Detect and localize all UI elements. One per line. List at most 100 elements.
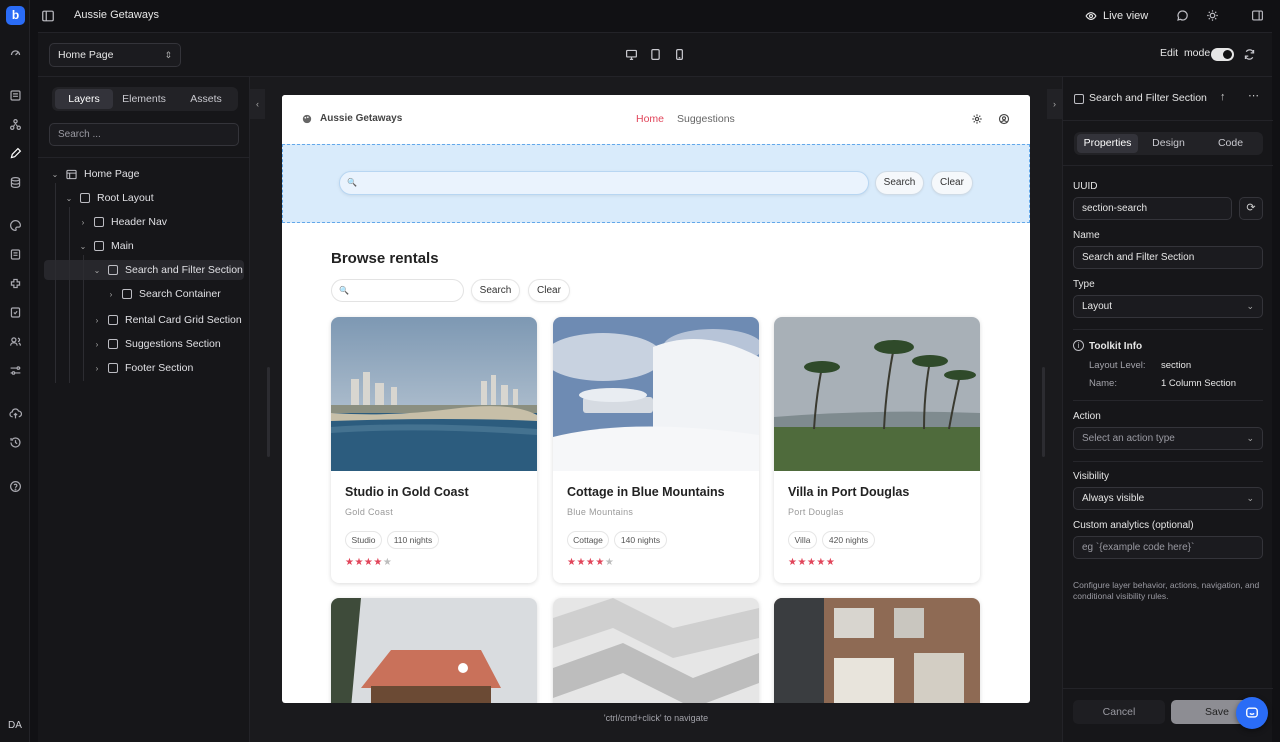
mobile-view-icon[interactable] [673, 48, 687, 62]
palette-logo-icon [302, 114, 312, 123]
settings-sliders-icon[interactable] [7, 364, 23, 380]
pages-icon[interactable] [7, 89, 23, 105]
chevron-updown-icon: ⇕ [164, 50, 172, 60]
name-label: Name [1073, 230, 1100, 241]
collapse-left-panel-button[interactable]: ‹ [250, 89, 265, 119]
more-options-icon[interactable]: ⋯ [1248, 89, 1259, 102]
history-icon[interactable] [7, 436, 23, 452]
nav-home-link[interactable]: Home [636, 113, 664, 125]
tree-item-rental-card-grid[interactable]: › Rental Card Grid Section [92, 311, 242, 329]
hero-clear-button[interactable]: Clear [931, 171, 973, 195]
tree-item-header-nav[interactable]: › Header Nav [78, 213, 167, 231]
hero-search-input[interactable]: 🔍 [339, 171, 869, 195]
search-icon: 🔍 [347, 178, 357, 187]
tab-code[interactable]: Code [1200, 134, 1261, 153]
rental-card-partial[interactable] [331, 598, 537, 703]
rental-card[interactable]: Studio in Gold Coast Gold Coast Studio 1… [331, 317, 537, 583]
help-icon[interactable] [7, 480, 23, 496]
tree-item-main[interactable]: ⌄ Main [78, 237, 134, 255]
plugins-icon[interactable] [7, 277, 23, 293]
analytics-input[interactable]: eg `{example code here}` [1073, 536, 1263, 559]
tablet-view-icon[interactable] [649, 48, 663, 62]
visibility-select[interactable]: Always visible ⌄ [1073, 487, 1263, 510]
workflow-icon[interactable] [7, 118, 23, 134]
properties-tabs: Properties Design Code [1074, 132, 1263, 155]
type-select[interactable]: Layout ⌄ [1073, 295, 1263, 318]
browse-search-input[interactable]: 🔍 [331, 279, 464, 302]
tree-item-suggestions-section[interactable]: › Suggestions Section [92, 335, 221, 353]
dashboard-icon[interactable] [7, 46, 23, 62]
chevron-right-icon[interactable]: › [92, 364, 102, 373]
page-select[interactable]: Home Page ⇕ [49, 43, 181, 67]
action-select[interactable]: Select an action type ⌄ [1073, 427, 1263, 450]
rental-photo-abstract [553, 598, 759, 703]
refresh-icon[interactable] [1243, 48, 1257, 62]
forms-icon[interactable] [7, 248, 23, 264]
page-select-value: Home Page [58, 49, 114, 61]
site-brand-label: Aussie Getaways [320, 113, 403, 124]
chevron-down-icon[interactable]: ⌄ [78, 242, 88, 251]
tab-layers[interactable]: Layers [55, 89, 113, 109]
rental-card-partial[interactable] [774, 598, 980, 703]
rental-photo-port-douglas [774, 317, 980, 471]
regenerate-uuid-button[interactable]: ⟳ [1239, 197, 1263, 220]
tree-item-home-page[interactable]: ⌄ Home Page [50, 165, 140, 183]
brand-logo[interactable]: b [6, 6, 25, 25]
layer-search-input[interactable]: Search ... [49, 123, 239, 146]
chat-bubble-icon[interactable] [1176, 9, 1190, 23]
cancel-button[interactable]: Cancel [1073, 700, 1165, 724]
panel-layout-icon[interactable] [1251, 9, 1265, 23]
edit-mode-toggle[interactable] [1211, 48, 1234, 61]
chevron-right-icon[interactable]: › [92, 316, 102, 325]
user-avatar[interactable]: DA [4, 716, 26, 736]
browse-clear-button[interactable]: Clear [528, 279, 570, 302]
type-select-value: Layout [1082, 301, 1113, 312]
palette-icon[interactable] [7, 219, 23, 235]
resize-handle-left[interactable] [267, 367, 270, 457]
desktop-view-icon[interactable] [625, 48, 639, 62]
live-view-button[interactable]: Live view [1085, 8, 1148, 24]
arrow-up-icon[interactable]: ↑ [1220, 91, 1226, 103]
users-icon[interactable] [7, 335, 23, 351]
resize-handle-right[interactable] [1042, 367, 1045, 457]
rental-card[interactable]: Cottage in Blue Mountains Blue Mountains… [553, 317, 759, 583]
docs-icon[interactable] [7, 306, 23, 322]
chevron-down-icon[interactable]: ⌄ [64, 194, 74, 203]
card-type-chip: Studio [345, 531, 382, 549]
tab-assets[interactable]: Assets [177, 89, 235, 109]
browse-search-button[interactable]: Search [471, 279, 520, 302]
tree-item-root-layout[interactable]: ⌄ Root Layout [64, 189, 154, 207]
chevron-down-icon[interactable]: ⌄ [92, 266, 102, 275]
rental-card[interactable]: Villa in Port Douglas Port Douglas Villa… [774, 317, 980, 583]
name-field[interactable]: Search and Filter Section [1073, 246, 1263, 269]
visibility-select-value: Always visible [1082, 493, 1145, 504]
support-chat-button[interactable] [1236, 697, 1268, 729]
gear-icon[interactable] [971, 112, 983, 124]
database-icon[interactable] [7, 176, 23, 192]
tree-item-search-container[interactable]: › Search Container [106, 285, 221, 303]
tab-design[interactable]: Design [1138, 134, 1199, 153]
chevron-right-icon[interactable]: › [106, 290, 116, 299]
hero-search-button[interactable]: Search [875, 171, 924, 195]
user-circle-icon[interactable] [998, 112, 1010, 125]
chevron-down-icon[interactable]: ⌄ [50, 170, 60, 179]
site-brand[interactable]: Aussie Getaways [302, 113, 402, 124]
tab-properties[interactable]: Properties [1077, 134, 1138, 153]
chevron-right-icon[interactable]: › [78, 218, 88, 227]
theme-sun-icon[interactable] [1206, 9, 1220, 23]
rental-card-partial[interactable] [553, 598, 759, 703]
deploy-icon[interactable] [7, 407, 23, 423]
layer-box-icon [1074, 94, 1084, 104]
tree-item-footer-section[interactable]: › Footer Section [92, 359, 194, 377]
search-filter-section-selected[interactable]: 🔍 Search Clear [282, 144, 1030, 223]
toolkit-info-title: Toolkit Info [1089, 341, 1143, 352]
collapse-right-panel-button[interactable]: › [1047, 89, 1062, 119]
tab-elements[interactable]: Elements [115, 89, 173, 109]
layer-box-icon [80, 193, 90, 203]
uuid-field[interactable]: section-search [1073, 197, 1232, 220]
tree-item-search-filter-section[interactable]: ⌄ Search and Filter Section [92, 261, 243, 279]
chevron-right-icon[interactable]: › [92, 340, 102, 349]
nav-suggestions-link[interactable]: Suggestions [677, 113, 735, 125]
sidebar-toggle-icon[interactable] [41, 9, 55, 23]
design-icon[interactable] [7, 147, 23, 163]
